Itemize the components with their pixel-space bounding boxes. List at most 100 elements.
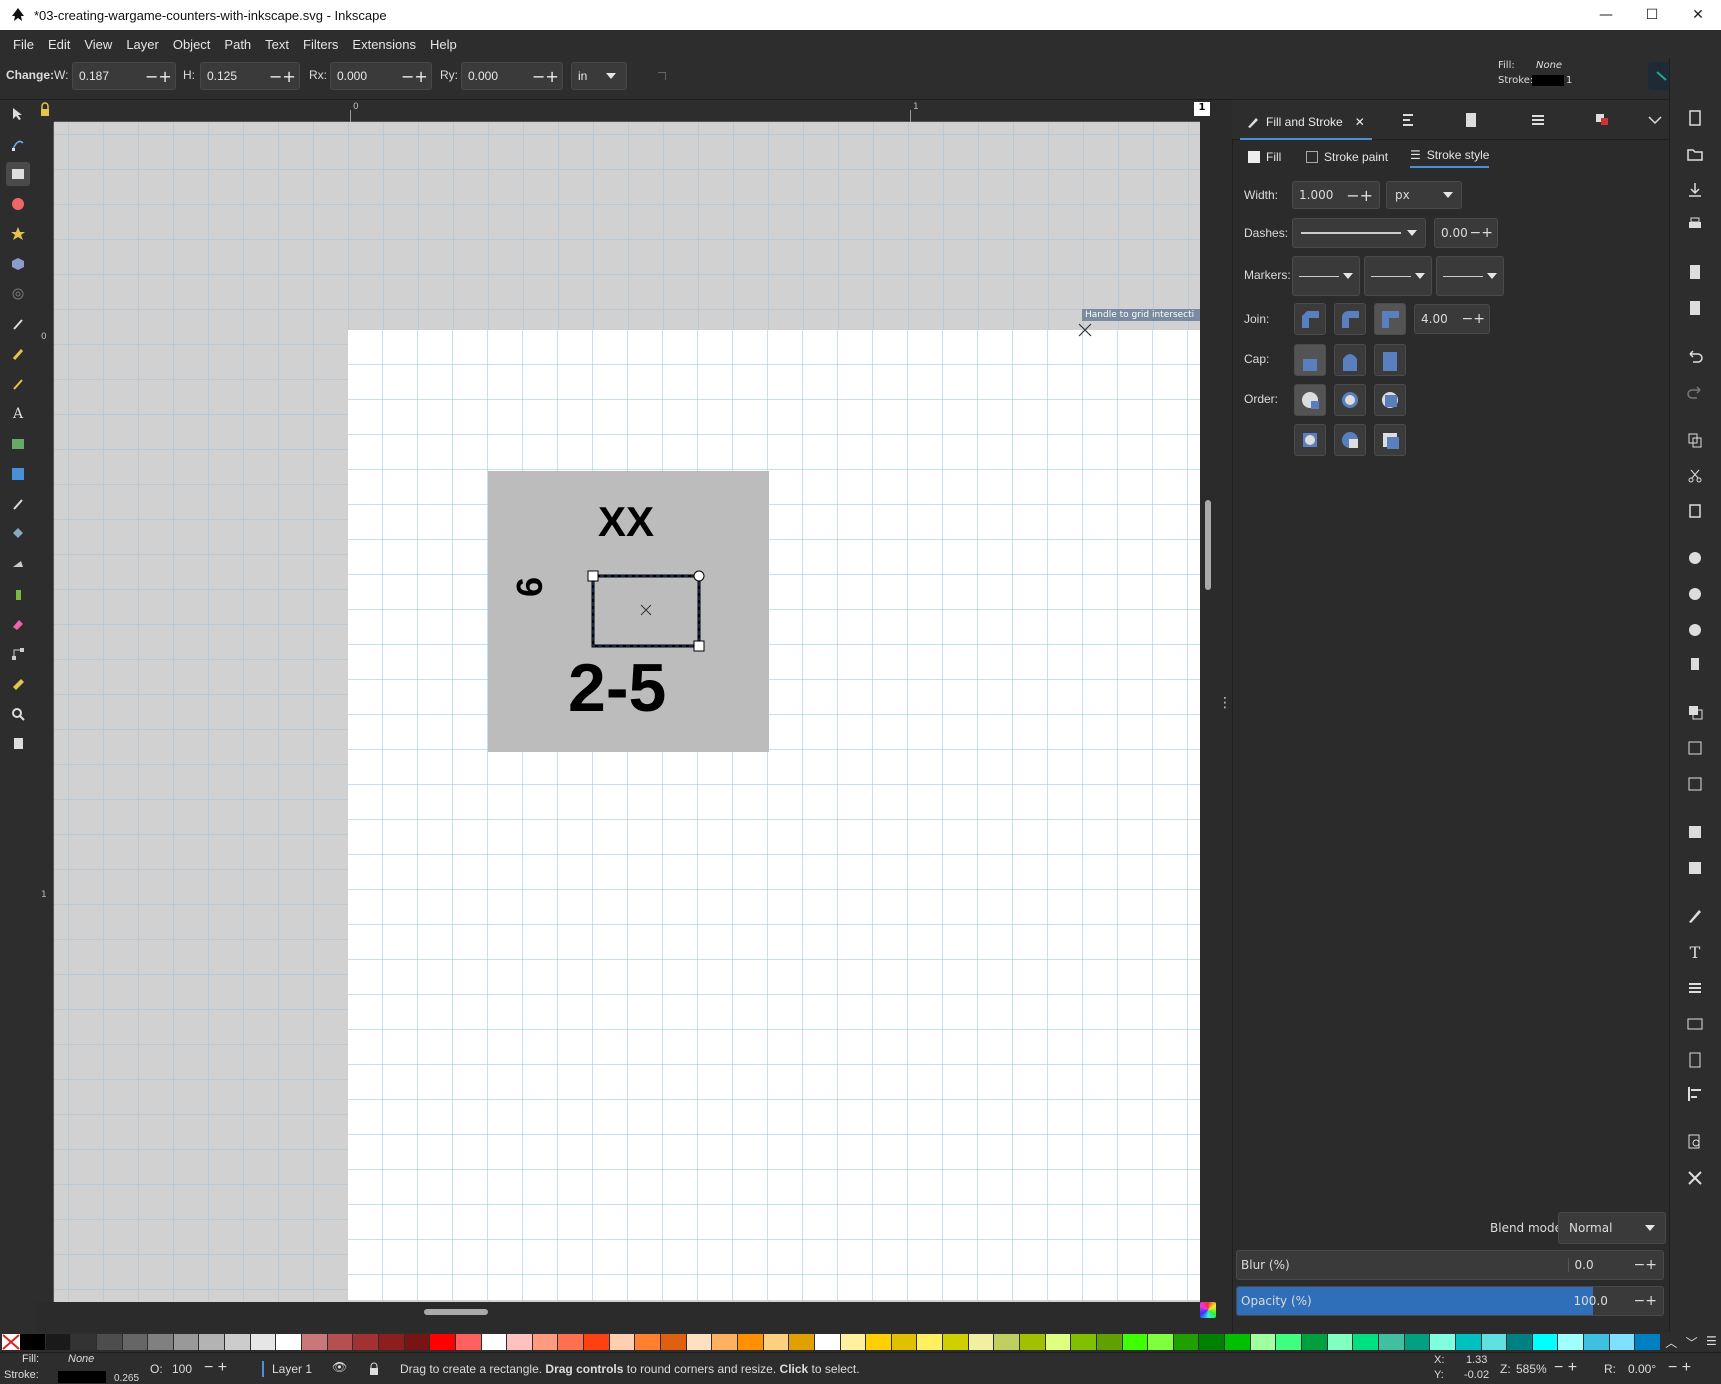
stroke-unit-dropdown[interactable]: px <box>1386 181 1462 209</box>
print-icon[interactable] <box>1685 214 1705 234</box>
order-markers-stroke-fill-button[interactable] <box>1374 424 1406 456</box>
selected-rectangle[interactable] <box>585 568 705 658</box>
palette-swatch[interactable] <box>20 1334 46 1350</box>
palette-swatch[interactable] <box>943 1334 969 1350</box>
align-distribute-icon[interactable] <box>1400 112 1416 128</box>
butt-cap-button[interactable] <box>1294 344 1326 376</box>
menu-help[interactable]: Help <box>423 37 464 52</box>
minus-plus-icon[interactable]: −+ <box>1346 186 1379 205</box>
zoom-drawing-icon[interactable] <box>1685 584 1705 604</box>
palette-swatch[interactable] <box>558 1334 585 1350</box>
palette-swatch[interactable] <box>1558 1334 1585 1350</box>
palette-swatch[interactable] <box>1302 1334 1328 1350</box>
minus-icon[interactable]: − <box>532 67 545 86</box>
round-join-button[interactable] <box>1334 303 1366 335</box>
mid-marker-dropdown[interactable] <box>1364 256 1432 296</box>
clone-icon[interactable] <box>1685 738 1705 758</box>
close-tab-icon[interactable]: ✕ <box>1355 115 1365 129</box>
minus-plus-icon[interactable]: −+ <box>1634 1293 1663 1309</box>
palette-scroll[interactable]: ︿ ﹀ ☰ <box>1661 1334 1721 1351</box>
palette-swatch[interactable] <box>661 1334 687 1350</box>
palette-swatch[interactable] <box>250 1334 277 1350</box>
zoom-page-icon[interactable] <box>1685 620 1705 640</box>
paint-bucket-tool[interactable] <box>6 522 30 546</box>
chevron-down-icon[interactable] <box>1648 114 1662 126</box>
plus-icon[interactable]: + <box>414 67 427 86</box>
status-fill-value[interactable]: None <box>68 1353 94 1365</box>
palette-swatch[interactable] <box>1122 1334 1149 1350</box>
combat-values-text[interactable]: 2-5 <box>568 649 666 727</box>
palette-swatch[interactable] <box>635 1334 662 1350</box>
layers-icon[interactable] <box>1530 112 1546 128</box>
unit-dropdown[interactable]: in <box>571 62 627 90</box>
ungroup-icon[interactable] <box>1685 858 1705 878</box>
width-spinbox[interactable]: 0.187 − + <box>72 62 176 90</box>
eraser-tool[interactable] <box>6 612 30 636</box>
palette-swatch[interactable] <box>584 1334 610 1350</box>
minus-plus-icon[interactable]: −+ <box>1462 311 1489 327</box>
duplicate-icon[interactable] <box>1685 702 1705 722</box>
plus-icon[interactable]: + <box>158 67 171 86</box>
document-page[interactable] <box>348 330 1200 1300</box>
menu-extensions[interactable]: Extensions <box>345 37 423 52</box>
palette-swatch[interactable] <box>1071 1334 1097 1350</box>
rectangle-tool[interactable] <box>6 162 30 186</box>
palette-swatch[interactable] <box>609 1334 636 1350</box>
subtab-fill[interactable]: Fill <box>1248 146 1281 168</box>
palette-swatch[interactable] <box>1353 1334 1379 1350</box>
zoom-minus-plus-icon[interactable]: − + <box>1554 1359 1577 1377</box>
group-icon[interactable] <box>1685 822 1705 842</box>
palette-swatch[interactable] <box>45 1334 72 1350</box>
palette-swatch[interactable] <box>96 1334 123 1350</box>
preferences-icon[interactable] <box>1685 1168 1705 1188</box>
paste-icon[interactable] <box>1685 500 1705 520</box>
menu-file[interactable]: File <box>6 37 41 52</box>
palette-swatch[interactable] <box>199 1334 226 1350</box>
pen-tool[interactable] <box>6 312 30 336</box>
status-opacity-value[interactable]: 100 <box>172 1362 192 1376</box>
menu-icon[interactable]: ☰ <box>1706 1334 1717 1351</box>
palette-swatch[interactable] <box>994 1334 1020 1350</box>
stroke-color-swatch[interactable] <box>1532 75 1564 86</box>
subtab-stroke-paint[interactable]: Stroke paint <box>1306 146 1388 168</box>
palette-swatch[interactable] <box>1019 1334 1046 1350</box>
dash-pattern-dropdown[interactable] <box>1292 218 1426 248</box>
palette-swatch[interactable] <box>532 1334 559 1350</box>
subtab-stroke-style[interactable]: ☰ Stroke style <box>1410 146 1490 168</box>
horizontal-scrollbar[interactable] <box>424 1309 488 1315</box>
pages-tool[interactable] <box>6 732 30 756</box>
current-layer[interactable]: Layer 1 <box>272 1362 312 1376</box>
palette-swatch[interactable] <box>712 1334 738 1350</box>
miter-join-button[interactable] <box>1374 303 1406 335</box>
opacity-value[interactable]: 100.0 <box>1568 1294 1634 1308</box>
text-font-icon[interactable]: T <box>1685 942 1705 962</box>
palette-swatch[interactable] <box>1609 1334 1636 1350</box>
palette-swatch[interactable] <box>148 1334 174 1350</box>
find-icon[interactable] <box>1685 1132 1705 1152</box>
zoom-value[interactable]: 585% <box>1516 1362 1547 1376</box>
rotation-value[interactable]: 0.00° <box>1628 1362 1656 1376</box>
rotation-minus-plus-icon[interactable]: − + <box>1668 1359 1691 1377</box>
palette-swatch[interactable] <box>968 1334 995 1350</box>
blur-slider[interactable]: Blur (%) 0.0 −+ <box>1236 1250 1664 1280</box>
reset-corner-icon[interactable] <box>658 72 666 80</box>
spray-tool[interactable] <box>6 582 30 606</box>
text-tool[interactable]: A <box>6 402 30 426</box>
import-icon[interactable] <box>1685 262 1705 282</box>
node-tool[interactable] <box>6 132 30 156</box>
minus-plus-icon[interactable]: − + <box>204 1359 227 1377</box>
palette-swatch[interactable] <box>353 1334 379 1350</box>
status-stroke-swatch[interactable] <box>58 1371 106 1383</box>
minus-plus-icon[interactable]: −+ <box>1634 1257 1663 1273</box>
palette-swatch[interactable] <box>302 1334 328 1350</box>
gradient-tool[interactable] <box>6 432 30 456</box>
order-fill-markers-stroke-button[interactable] <box>1374 384 1406 416</box>
palette-swatch[interactable] <box>686 1334 713 1350</box>
objects-icon[interactable] <box>1594 112 1610 128</box>
unit-size-text[interactable]: XX <box>598 498 654 546</box>
palette-swatch[interactable] <box>276 1334 303 1350</box>
palette-swatch[interactable] <box>1199 1334 1226 1350</box>
3d-box-tool[interactable] <box>6 252 30 276</box>
ry-spinbox[interactable]: 0.000 − + <box>461 62 563 90</box>
palette-swatch[interactable] <box>122 1334 149 1350</box>
